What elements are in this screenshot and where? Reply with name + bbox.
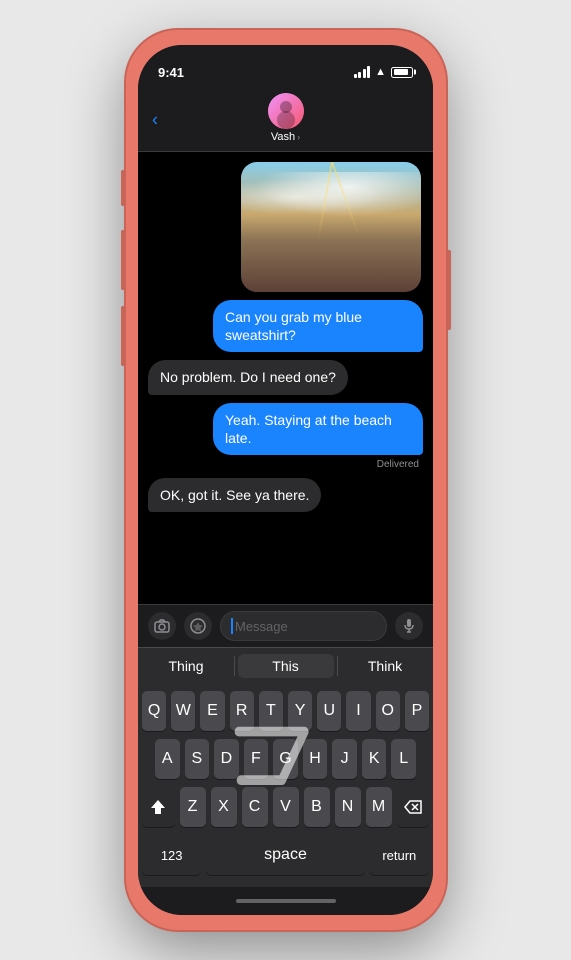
- key-z[interactable]: Z: [180, 787, 206, 827]
- key-m[interactable]: M: [366, 787, 392, 827]
- keyboard-row-3: Z X C V B N M: [142, 787, 429, 827]
- photo-message-row: [148, 162, 423, 292]
- keyboard-row-4: 123 space return: [142, 835, 429, 875]
- key-k[interactable]: K: [362, 739, 387, 779]
- key-w[interactable]: W: [171, 691, 195, 731]
- key-f[interactable]: F: [244, 739, 269, 779]
- status-time: 9:41: [158, 65, 184, 80]
- received-message-2-row: OK, got it. See ya there.: [148, 478, 423, 512]
- phone-screen: 9:41 ▲ ‹: [138, 45, 433, 915]
- key-p[interactable]: P: [405, 691, 429, 731]
- return-label: return: [382, 848, 416, 863]
- message-input[interactable]: Message: [220, 611, 387, 641]
- keyboard-row-1: Q W E R T Y U I O P: [142, 691, 429, 731]
- shift-icon: [149, 798, 167, 816]
- status-icons: ▲: [354, 66, 413, 78]
- pred-word-think[interactable]: Think: [337, 654, 433, 678]
- sent-bubble-1[interactable]: Can you grab my blue sweatshirt?: [213, 300, 423, 352]
- mic-icon: [404, 619, 414, 633]
- key-b[interactable]: B: [304, 787, 330, 827]
- key-e[interactable]: E: [200, 691, 224, 731]
- key-q[interactable]: Q: [142, 691, 166, 731]
- sent-bubble-2[interactable]: Yeah. Staying at the beach late.: [213, 403, 423, 455]
- notch: [221, 45, 351, 71]
- apps-button[interactable]: [184, 612, 212, 640]
- signal-icon: [354, 66, 371, 78]
- message-placeholder: Message: [235, 619, 288, 634]
- home-indicator[interactable]: [138, 887, 433, 915]
- key-n[interactable]: N: [335, 787, 361, 827]
- delete-icon: [404, 800, 422, 814]
- sent-text-1: Can you grab my blue sweatshirt?: [225, 309, 362, 343]
- received-message-1-row: No problem. Do I need one?: [148, 360, 423, 394]
- keyboard-row-2: A S D F G H J K L: [142, 739, 429, 779]
- received-bubble-1[interactable]: No problem. Do I need one?: [148, 360, 348, 394]
- key-j[interactable]: J: [332, 739, 357, 779]
- pred-word-thing[interactable]: Thing: [138, 654, 234, 678]
- sent-message-2-row: Yeah. Staying at the beach late.: [148, 403, 423, 455]
- contact-chevron-icon: ›: [297, 132, 300, 142]
- power-button[interactable]: [447, 250, 451, 330]
- key-u[interactable]: U: [317, 691, 341, 731]
- back-button[interactable]: ‹: [152, 110, 158, 131]
- contact-name-text: Vash: [271, 131, 295, 143]
- battery-icon: [391, 67, 413, 78]
- phone-frame: 9:41 ▲ ‹: [126, 30, 446, 930]
- key-r[interactable]: R: [230, 691, 254, 731]
- key-x[interactable]: X: [211, 787, 237, 827]
- key-s[interactable]: S: [185, 739, 210, 779]
- pred-word-this[interactable]: This: [238, 654, 334, 678]
- key-o[interactable]: O: [376, 691, 400, 731]
- camera-icon: [154, 619, 170, 633]
- key-d[interactable]: D: [214, 739, 239, 779]
- sent-message-1-row: Can you grab my blue sweatshirt?: [148, 300, 423, 352]
- key-a[interactable]: A: [155, 739, 180, 779]
- appstore-icon: [190, 618, 206, 634]
- wifi-icon: ▲: [375, 66, 386, 78]
- volume-up-button[interactable]: [121, 230, 125, 290]
- photo-message[interactable]: [241, 162, 421, 292]
- key-v[interactable]: V: [273, 787, 299, 827]
- input-area: Message: [138, 604, 433, 647]
- keyboard: Q W E R T Y U I O P A S D F G H J K: [138, 683, 433, 887]
- return-button[interactable]: return: [370, 835, 429, 875]
- text-cursor: [231, 618, 233, 634]
- home-bar: [236, 899, 336, 903]
- key-i[interactable]: I: [346, 691, 370, 731]
- contact-name-row[interactable]: Vash ›: [271, 131, 300, 143]
- key-g[interactable]: G: [273, 739, 298, 779]
- delete-button[interactable]: [397, 787, 430, 827]
- key-t[interactable]: T: [259, 691, 283, 731]
- delivered-label: Delivered: [148, 459, 419, 470]
- numbers-label: 123: [161, 848, 183, 863]
- predictive-bar[interactable]: Thing This Think: [138, 647, 433, 683]
- messages-header: ‹ Vash ›: [138, 89, 433, 152]
- camera-button[interactable]: [148, 612, 176, 640]
- received-bubble-2[interactable]: OK, got it. See ya there.: [148, 478, 321, 512]
- avatar[interactable]: [268, 93, 304, 129]
- volume-down-button[interactable]: [121, 306, 125, 366]
- key-c[interactable]: C: [242, 787, 268, 827]
- sent-text-2: Yeah. Staying at the beach late.: [225, 412, 392, 446]
- numbers-button[interactable]: 123: [142, 835, 201, 875]
- mic-button[interactable]: [395, 612, 423, 640]
- key-l[interactable]: L: [391, 739, 416, 779]
- key-h[interactable]: H: [303, 739, 328, 779]
- messages-area[interactable]: Can you grab my blue sweatshirt? No prob…: [138, 152, 433, 604]
- key-y[interactable]: Y: [288, 691, 312, 731]
- space-label: space: [264, 846, 307, 864]
- received-text-2: OK, got it. See ya there.: [160, 487, 309, 503]
- received-text-1: No problem. Do I need one?: [160, 369, 336, 385]
- space-button[interactable]: space: [206, 835, 364, 875]
- avatar-image: [268, 93, 304, 129]
- shift-button[interactable]: [142, 787, 175, 827]
